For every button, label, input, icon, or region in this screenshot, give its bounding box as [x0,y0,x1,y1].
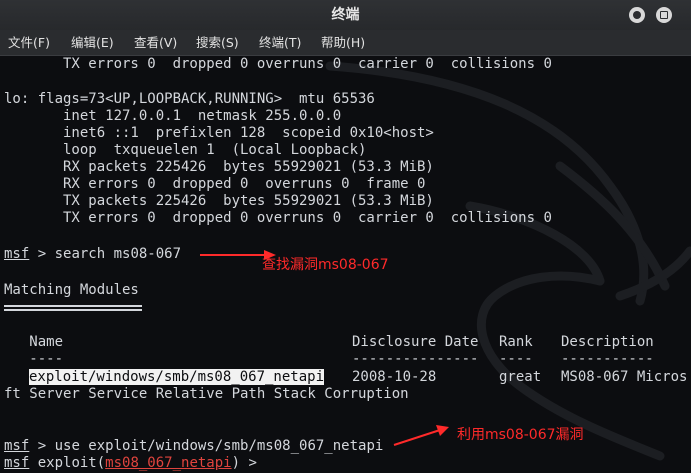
terminal-line: inet 127.0.0.1 netmask 255.0.0.0 [4,108,342,124]
col-name-header: Name [4,334,64,350]
table-row: exploit/windows/smb/ms08_067_netapi [29,369,325,386]
terminal-line: inet6 ::1 prefixlen 128 scopeid 0x10<hos… [4,125,434,141]
col-disclosure-dashes: --------------- [352,351,479,367]
search-command: > search ms08-067 [29,246,182,262]
msf-prompt: msf [4,246,30,262]
menu-edit[interactable]: 编辑(E) [71,30,114,55]
terminal-line: TX errors 0 dropped 0 overruns 0 carrier… [4,210,552,226]
heading-underline [4,309,142,311]
exploit-module-name: ms08_067_netapi [105,455,232,471]
title-bar: 终端 [0,0,691,30]
terminal-line: TX packets 225426 bytes 55929021 (53.3 M… [4,193,434,209]
msf-prompt: msf [4,438,30,454]
result-module-name[interactable]: exploit/windows/smb/ms08_067_netapi [29,369,325,385]
terminal-line: lo: flags=73<UP,LOOPBACK,RUNNING> mtu 65… [4,91,375,107]
col-rank-header: Rank [499,334,533,350]
window-title: 终端 [331,7,360,23]
terminal-output[interactable]: TX errors 0 dropped 0 overruns 0 carrier… [0,56,691,473]
heading-underline [4,305,142,307]
search-command-line: msf > search ms08-067 [4,246,181,263]
terminal-line: RX packets 225426 bytes 55929021 (53.3 M… [4,159,434,175]
terminal-line: RX errors 0 dropped 0 overruns 0 frame 0 [4,176,426,192]
terminal-line: TX errors 0 dropped 0 overruns 0 carrier… [4,56,552,72]
use-annotation: 利用ms08-067漏洞 [457,427,584,443]
exploit-prefix: exploit( [29,455,106,471]
col-description-header: Description [561,334,654,350]
menu-file[interactable]: 文件(F) [8,30,50,55]
menu-view[interactable]: 查看(V) [134,30,177,55]
matching-modules-heading: Matching Modules [4,282,139,298]
msf-prompt: msf [4,455,30,471]
terminal-window: 终端 文件(F) 编辑(E) 查看(V) 搜索(S) 终端(T) 帮助(H) T… [0,0,691,473]
col-disclosure-header: Disclosure Date [352,334,479,350]
use-command: > use exploit/windows/smb/ms08_067_netap… [29,438,384,454]
menu-terminal[interactable]: 终端(T) [259,30,301,55]
col-name-dashes: ---- [4,351,64,367]
search-annotation: 查找漏洞ms08-067 [262,257,389,273]
result-date: 2008-10-28 [352,369,437,385]
result-rank: great [499,369,542,385]
col-description-dashes: ----------- [561,351,654,367]
maximize-icon[interactable] [656,7,672,23]
menu-bar: 文件(F) 编辑(E) 查看(V) 搜索(S) 终端(T) 帮助(H) [0,30,691,56]
use-command-line: msf > use exploit/windows/smb/ms08_067_n… [4,438,383,455]
result-description-wrap: ft Server Service Relative Path Stack Co… [4,386,409,402]
minimize-icon[interactable] [629,7,645,23]
exploit-prompt-line[interactable]: msf exploit(ms08_067_netapi) > [4,455,265,472]
exploit-suffix: ) > [231,455,266,471]
terminal-line: loop txqueuelen 1 (Local Loopback) [4,142,367,158]
arrow-icon [393,425,449,446]
menu-search[interactable]: 搜索(S) [196,30,239,55]
result-description: MS08-067 Micros [561,369,688,385]
menu-help[interactable]: 帮助(H) [321,30,365,55]
col-rank-dashes: ---- [499,351,533,367]
